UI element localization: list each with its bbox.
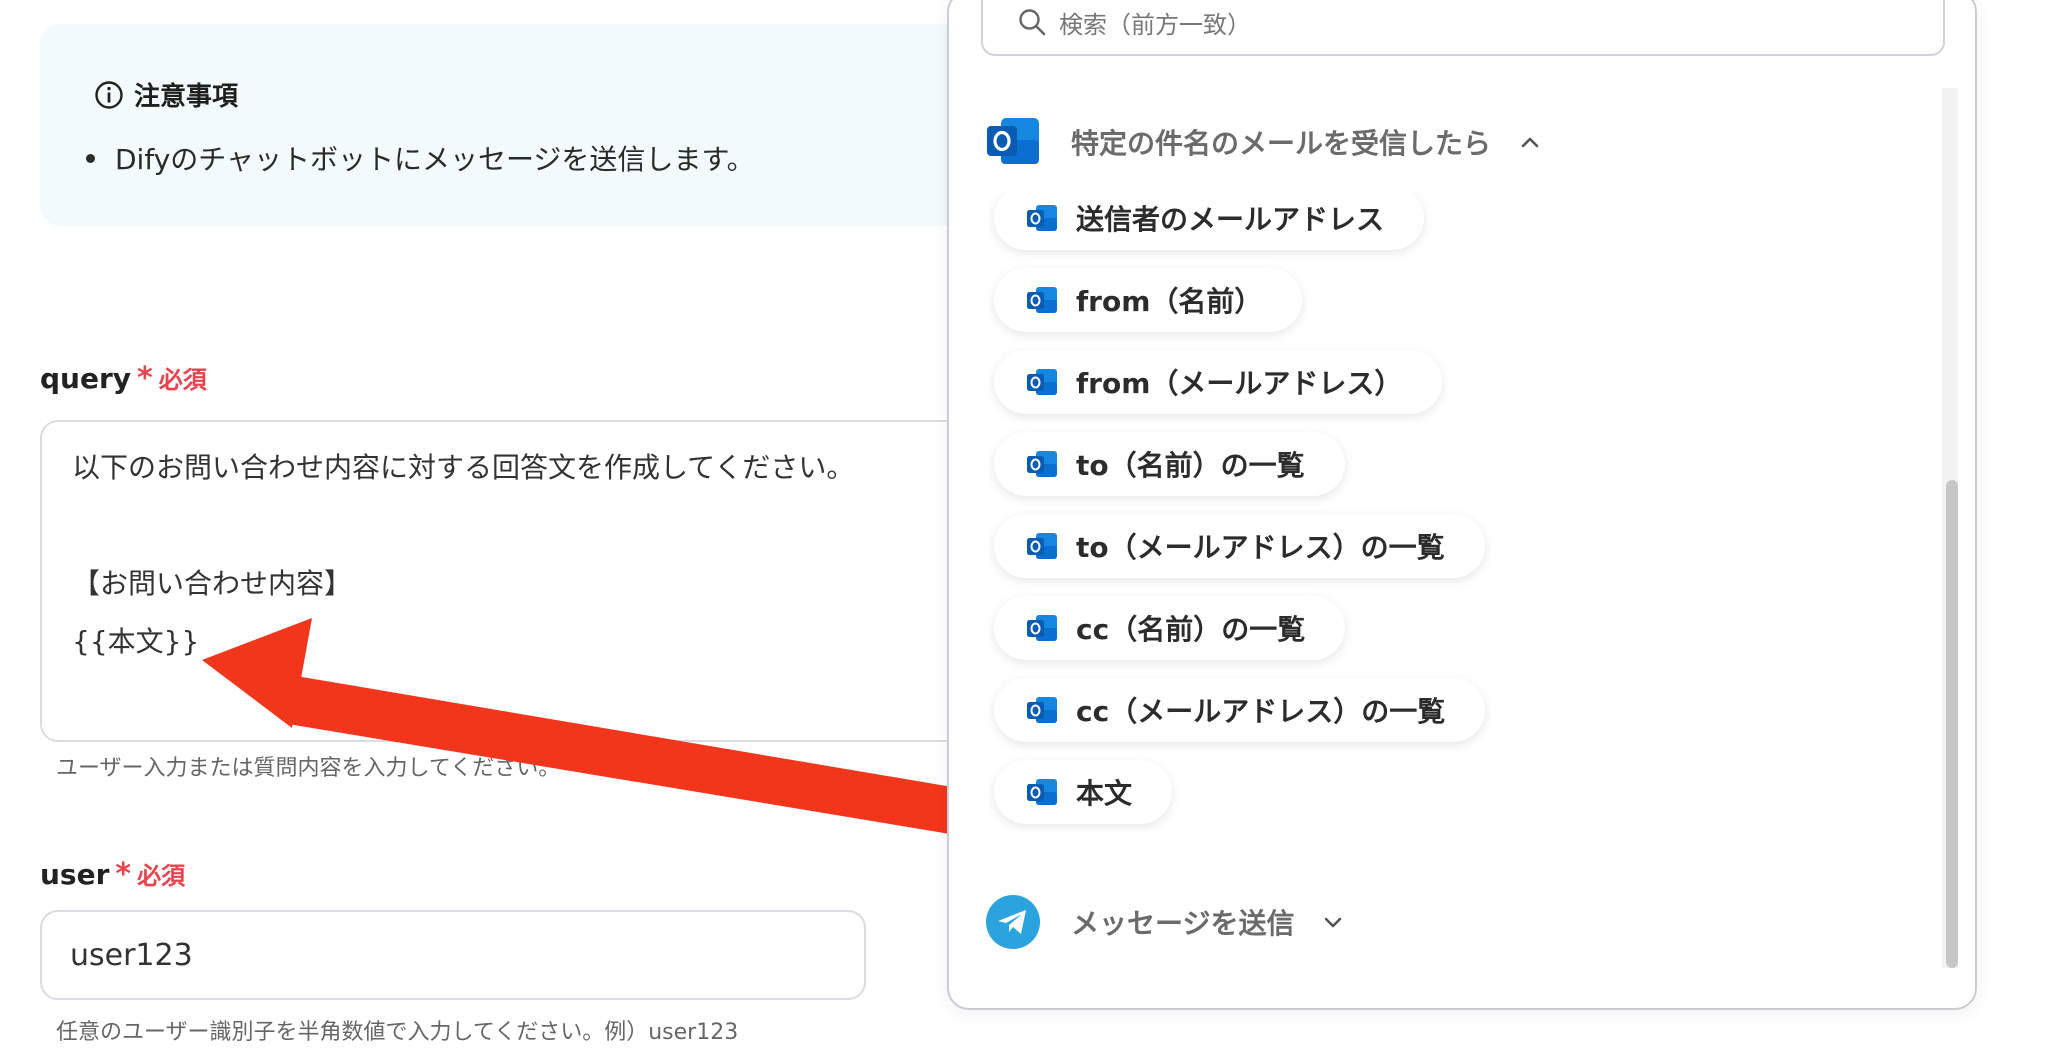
query-line-3: 【お問い合わせ内容】 bbox=[72, 567, 353, 600]
query-hint: ユーザー入力または質問内容を入力してください。 bbox=[56, 756, 561, 781]
bullet bbox=[86, 153, 95, 163]
query-line-4: {{本文}} bbox=[72, 625, 200, 658]
notice-item: Difyのチャットボットにメッセージを送信します。 bbox=[86, 138, 755, 178]
variable-chip[interactable]: cc（メールアドレス）の一覧 bbox=[994, 678, 1486, 742]
notice-box: 注意事項 Difyのチャットボットにメッセージを送信します。 bbox=[40, 24, 1040, 226]
required-text: 必須 bbox=[158, 366, 207, 394]
chevron-down-icon[interactable] bbox=[1318, 907, 1348, 937]
variable-chip[interactable]: to（メールアドレス）の一覧 bbox=[994, 514, 1485, 578]
variable-chip[interactable]: cc（名前）の一覧 bbox=[994, 596, 1346, 660]
chevron-up-icon[interactable] bbox=[1515, 127, 1545, 157]
notice-item-text: Difyのチャットボットにメッセージを送信します。 bbox=[115, 143, 755, 176]
notice-header: 注意事項 bbox=[94, 76, 238, 113]
notice-title: 注意事項 bbox=[134, 82, 239, 112]
search-icon bbox=[1019, 9, 1046, 36]
search-input[interactable]: 検索（前方一致） bbox=[981, 0, 1945, 56]
user-label-text: user bbox=[40, 858, 110, 891]
variable-chip[interactable]: to（名前）の一覧 bbox=[994, 432, 1345, 496]
outlook-icon bbox=[1027, 533, 1057, 559]
chip-label: cc（メールアドレス）の一覧 bbox=[1076, 695, 1446, 728]
outlook-icon bbox=[987, 118, 1039, 164]
chip-label: to（名前）の一覧 bbox=[1076, 449, 1305, 482]
query-label-text: query bbox=[40, 362, 132, 395]
group-header-outlook[interactable]: 特定の件名のメールを受信したら bbox=[985, 116, 1545, 168]
chip-label: 送信者のメールアドレス bbox=[1076, 203, 1385, 236]
info-icon bbox=[95, 80, 123, 109]
outlook-icon bbox=[1027, 615, 1057, 641]
required-mark: * bbox=[115, 857, 132, 892]
chip-label: to（メールアドレス）の一覧 bbox=[1076, 531, 1445, 564]
variable-chip[interactable]: from（名前） bbox=[994, 268, 1303, 332]
variable-picker-panel: 検索（前方一致） 特定の件名のメールを受信したら 送信者のメールアドレス fro… bbox=[947, 0, 1977, 1010]
query-textarea[interactable]: 以下のお問い合わせ内容に対する回答文を作成してください。 【お問い合わせ内容】 … bbox=[40, 420, 1040, 742]
chip-label: from（メールアドレス） bbox=[1076, 367, 1403, 400]
user-input[interactable]: user123 bbox=[40, 910, 866, 1000]
query-label: query * 必須 bbox=[40, 360, 207, 396]
scrollbar-thumb[interactable] bbox=[1946, 480, 1958, 968]
telegram-icon bbox=[986, 895, 1040, 949]
query-line-1: 以下のお問い合わせ内容に対する回答文を作成してください。 bbox=[72, 451, 855, 484]
chip-label: from（名前） bbox=[1076, 285, 1263, 318]
outlook-icon bbox=[1027, 369, 1057, 395]
outlook-icon bbox=[1027, 205, 1057, 231]
outlook-icon bbox=[1027, 287, 1057, 313]
group-title: メッセージを送信 bbox=[1071, 907, 1295, 940]
chip-label: cc（名前）の一覧 bbox=[1076, 613, 1306, 646]
group-header-telegram[interactable]: メッセージを送信 bbox=[985, 894, 1348, 950]
variable-chip[interactable]: 送信者のメールアドレス bbox=[994, 192, 1425, 250]
outlook-icon bbox=[1027, 779, 1057, 805]
group-title: 特定の件名のメールを受信したら bbox=[1071, 127, 1492, 160]
variable-chip[interactable]: 本文 bbox=[994, 760, 1173, 824]
required-text: 必須 bbox=[137, 862, 186, 890]
search-placeholder: 検索（前方一致） bbox=[1059, 10, 1251, 39]
variable-list: 送信者のメールアドレス from（名前） from（メールアドレス） to（名前… bbox=[949, 192, 1949, 832]
variable-chip[interactable]: from（メールアドレス） bbox=[994, 350, 1443, 414]
chip-label: 本文 bbox=[1076, 777, 1133, 810]
user-label: user * 必須 bbox=[40, 856, 185, 892]
outlook-icon bbox=[1027, 697, 1057, 723]
outlook-icon bbox=[1027, 451, 1057, 477]
required-mark: * bbox=[137, 361, 153, 396]
user-hint: 任意のユーザー識別子を半角数値で入力してください。例）user123 bbox=[56, 1020, 739, 1045]
